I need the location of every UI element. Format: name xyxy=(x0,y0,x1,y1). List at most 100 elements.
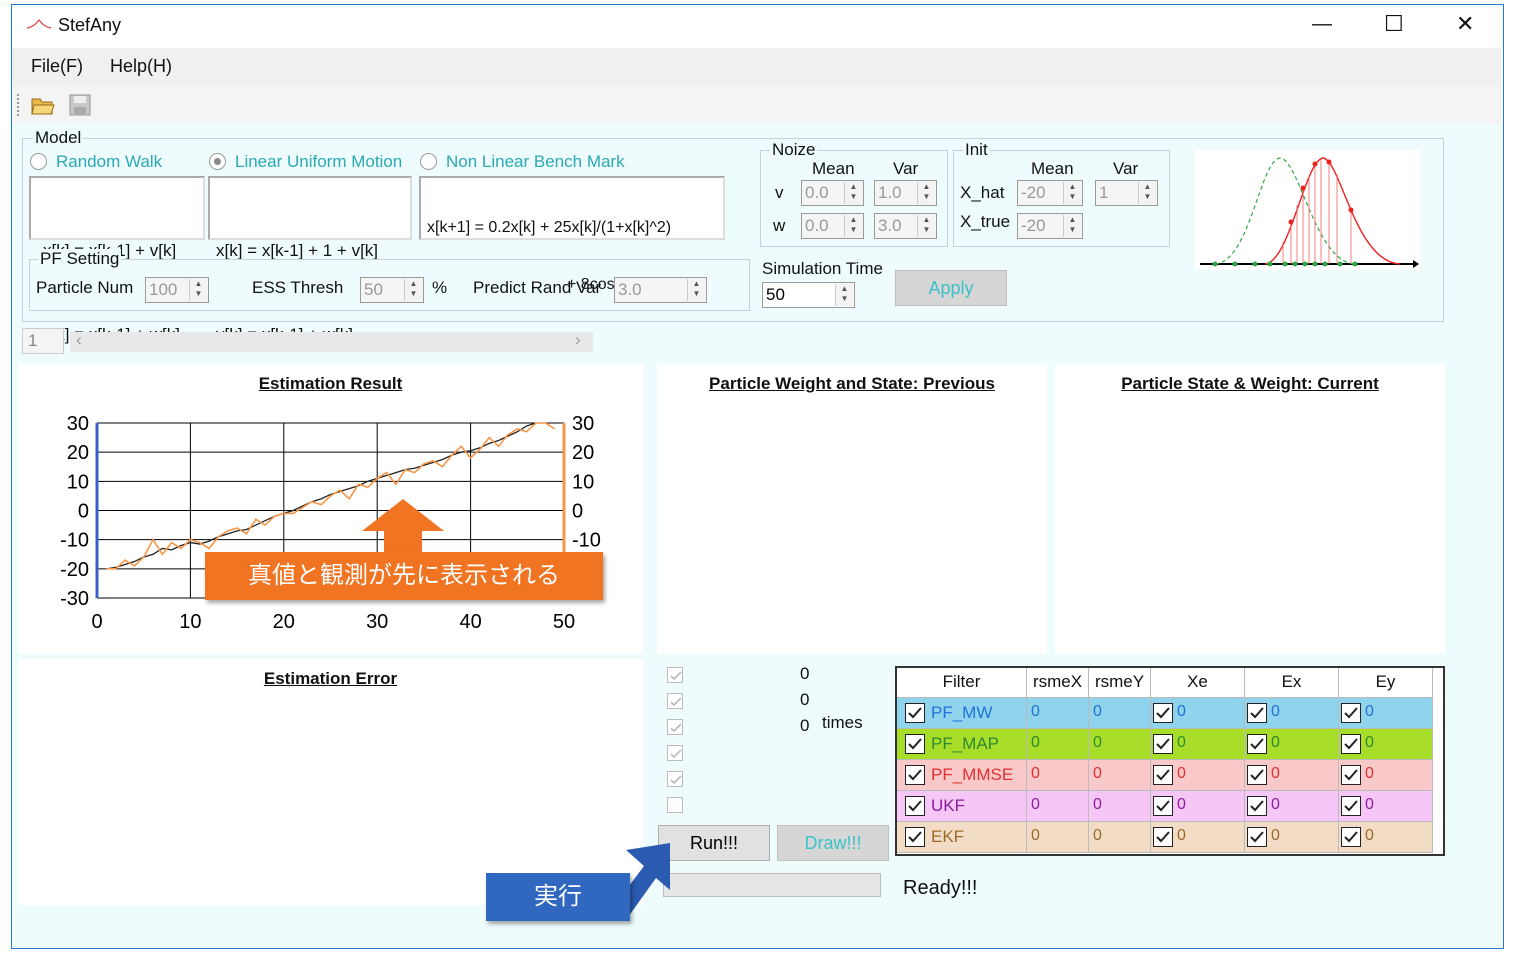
simulation-time-spinner[interactable]: 50 ▲ ▼ xyxy=(762,282,855,308)
spinner-arrows-icon[interactable]: ▲ ▼ xyxy=(687,279,705,301)
legend-checkbox[interactable] xyxy=(667,745,683,761)
close-button[interactable]: ✕ xyxy=(1456,11,1474,37)
open-folder-icon[interactable] xyxy=(30,93,56,117)
particle-num-spinner[interactable]: 100 ▲ ▼ xyxy=(145,277,209,303)
grid-checkbox[interactable] xyxy=(1247,796,1267,816)
spinner-arrows-icon[interactable]: ▲ ▼ xyxy=(189,279,207,301)
spinner-arrows-icon[interactable]: ▲ ▼ xyxy=(1138,182,1156,204)
grid-row[interactable]: PF_MW 0 0 0 0 0 xyxy=(897,698,1433,729)
grid-checkbox[interactable] xyxy=(1153,703,1173,723)
grid-cell[interactable]: 0 xyxy=(1151,822,1245,853)
grid-header[interactable]: Xe xyxy=(1151,668,1245,698)
grid-cell[interactable]: 0 xyxy=(1027,698,1089,729)
minimize-button[interactable]: — xyxy=(1312,13,1332,36)
radio-linear-uniform-motion[interactable] xyxy=(209,153,226,170)
save-icon[interactable] xyxy=(68,93,92,117)
grid-cell[interactable]: 0 xyxy=(1245,760,1339,791)
grid-checkbox[interactable] xyxy=(1153,734,1173,754)
grid-cell[interactable]: 0 xyxy=(1089,729,1151,760)
scroll-left-icon[interactable]: ‹ xyxy=(76,330,82,350)
init-xhat-var-spinner[interactable]: 1 ▲ ▼ xyxy=(1095,180,1158,206)
grid-checkbox[interactable] xyxy=(1247,827,1267,847)
radio-random-walk-label[interactable]: Random Walk xyxy=(56,152,162,172)
grid-header[interactable]: Ey xyxy=(1339,668,1433,698)
grid-cell[interactable]: 0 xyxy=(1339,822,1433,853)
spinner-arrows-icon[interactable]: ▲ ▼ xyxy=(404,279,422,301)
frame-scrollbar[interactable]: ‹ › xyxy=(70,330,593,352)
predict-rand-var-spinner[interactable]: 3.0 ▲ ▼ xyxy=(614,277,707,303)
grid-checkbox[interactable] xyxy=(1247,734,1267,754)
grid-cell[interactable]: 0 xyxy=(1089,791,1151,822)
legend-checkbox[interactable] xyxy=(667,771,683,787)
grid-checkbox[interactable] xyxy=(905,827,925,847)
grid-checkbox[interactable] xyxy=(1341,827,1361,847)
grid-checkbox[interactable] xyxy=(905,796,925,816)
grid-cell[interactable]: 0 xyxy=(1245,822,1339,853)
grid-header[interactable]: Ex xyxy=(1245,668,1339,698)
noize-v-var-spinner[interactable]: 1.0 ▲ ▼ xyxy=(874,180,937,206)
radio-non-linear-bench-mark-label[interactable]: Non Linear Bench Mark xyxy=(446,152,625,172)
grid-cell[interactable]: 0 xyxy=(1089,698,1151,729)
menu-help[interactable]: Help(H) xyxy=(110,56,172,77)
grid-header[interactable]: rsmeX xyxy=(1027,668,1089,698)
grid-cell[interactable]: PF_MAP xyxy=(897,729,1027,760)
grid-checkbox[interactable] xyxy=(905,765,925,785)
grid-checkbox[interactable] xyxy=(1247,765,1267,785)
grid-cell[interactable]: 0 xyxy=(1027,729,1089,760)
grid-cell[interactable]: 0 xyxy=(1245,729,1339,760)
frame-index-box[interactable]: 1 xyxy=(22,328,64,354)
radio-linear-uniform-motion-label[interactable]: Linear Uniform Motion xyxy=(235,152,402,172)
spinner-arrows-icon[interactable]: ▲ ▼ xyxy=(917,182,935,204)
maximize-button[interactable]: ☐ xyxy=(1384,11,1404,37)
grid-cell[interactable]: 0 xyxy=(1151,760,1245,791)
grid-checkbox[interactable] xyxy=(905,703,925,723)
grid-cell[interactable]: 0 xyxy=(1151,698,1245,729)
init-xhat-mean-spinner[interactable]: -20 ▲ ▼ xyxy=(1017,180,1083,206)
apply-button[interactable]: Apply xyxy=(895,270,1007,306)
noize-w-mean-spinner[interactable]: 0.0 ▲ ▼ xyxy=(801,213,864,239)
spinner-arrows-icon[interactable]: ▲ ▼ xyxy=(917,215,935,237)
spinner-arrows-icon[interactable]: ▲ ▼ xyxy=(835,284,853,306)
legend-label[interactable]: Posteriori (PfMap) xyxy=(665,768,835,788)
noize-v-mean-spinner[interactable]: 0.0 ▲ ▼ xyxy=(801,180,864,206)
grid-cell[interactable]: 0 xyxy=(1151,791,1245,822)
legend-checkbox[interactable] xyxy=(667,693,683,709)
grid-cell[interactable]: 0 xyxy=(1027,791,1089,822)
run-button[interactable]: Run!!! xyxy=(658,825,770,861)
spinner-arrows-icon[interactable]: ▲ ▼ xyxy=(1063,215,1081,237)
grid-cell[interactable]: PF_MMSE xyxy=(897,760,1027,791)
grid-row[interactable]: UKF 0 0 0 0 0 xyxy=(897,791,1433,822)
grid-checkbox[interactable] xyxy=(1153,827,1173,847)
legend-checkbox[interactable] xyxy=(667,667,683,683)
radio-random-walk[interactable] xyxy=(30,153,47,170)
grid-cell[interactable]: 0 xyxy=(1245,698,1339,729)
grid-cell[interactable]: PF_MW xyxy=(897,698,1027,729)
grid-cell[interactable]: 0 xyxy=(1151,729,1245,760)
spinner-arrows-icon[interactable]: ▲ ▼ xyxy=(1063,182,1081,204)
grid-checkbox[interactable] xyxy=(1247,703,1267,723)
grid-cell[interactable]: 0 xyxy=(1339,791,1433,822)
legend-checkbox[interactable] xyxy=(667,797,683,813)
title-bar[interactable]: StefAny — ☐ ✕ xyxy=(12,5,1501,45)
grid-cell[interactable]: 0 xyxy=(1245,791,1339,822)
grid-cell[interactable]: UKF xyxy=(897,791,1027,822)
init-xtrue-mean-spinner[interactable]: -20 ▲ ▼ xyxy=(1017,213,1083,239)
menu-file[interactable]: File(F) xyxy=(31,56,83,77)
radio-non-linear-bench-mark[interactable] xyxy=(420,153,437,170)
ess-thresh-spinner[interactable]: 50 ▲ ▼ xyxy=(360,277,424,303)
grid-cell[interactable]: 0 xyxy=(1339,760,1433,791)
grid-cell[interactable]: 0 xyxy=(1089,760,1151,791)
grid-cell[interactable]: EKF xyxy=(897,822,1027,853)
scroll-right-icon[interactable]: › xyxy=(575,330,581,350)
grid-checkbox[interactable] xyxy=(1341,796,1361,816)
grid-checkbox[interactable] xyxy=(905,734,925,754)
noize-w-var-spinner[interactable]: 3.0 ▲ ▼ xyxy=(874,213,937,239)
grid-checkbox[interactable] xyxy=(1153,796,1173,816)
spinner-arrows-icon[interactable]: ▲ ▼ xyxy=(844,182,862,204)
draw-button[interactable]: Draw!!! xyxy=(777,825,889,861)
grid-cell[interactable]: 0 xyxy=(1027,760,1089,791)
grid-header[interactable]: rsmeY xyxy=(1089,668,1151,698)
grid-checkbox[interactable] xyxy=(1341,765,1361,785)
grid-checkbox[interactable] xyxy=(1341,734,1361,754)
grid-cell[interactable]: 0 xyxy=(1339,729,1433,760)
